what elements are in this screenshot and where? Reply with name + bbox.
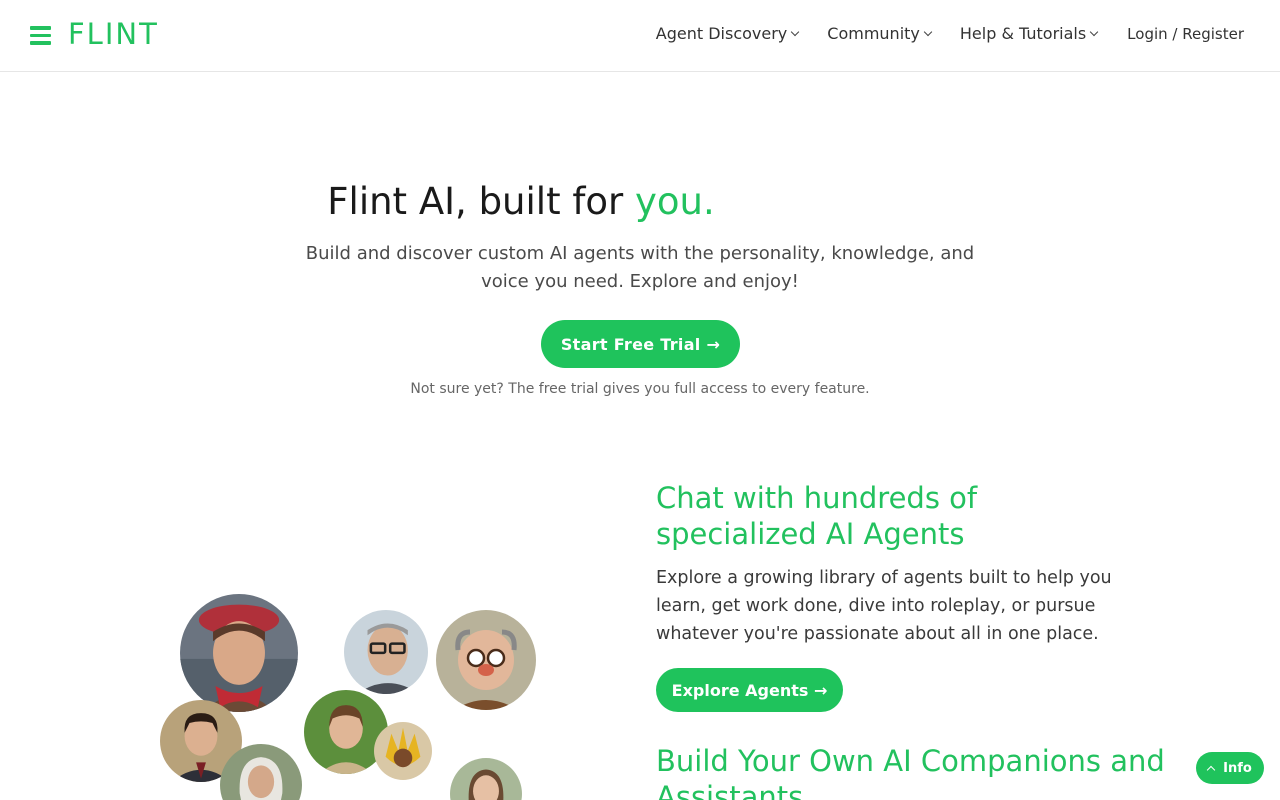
hero-title-main: Flint AI, built for [327,180,635,223]
nav-help-tutorials[interactable]: Help & Tutorials [959,24,1099,43]
start-free-trial-button[interactable]: Start Free Trial → [541,320,740,368]
chevron-down-icon [923,27,933,36]
info-button[interactable]: Info [1196,752,1264,784]
agent-avatar-glasses-man[interactable] [344,610,428,694]
hero-title-accent: you. [634,180,715,223]
agent-avatar-young-woman[interactable] [450,758,522,800]
logo[interactable]: FLINT [68,17,159,51]
nav-community[interactable]: Community [827,24,933,43]
nav-community-label: Community [827,24,920,43]
hero-title: Flint AI, built for you. [0,180,1042,223]
agent-avatar-red-beret[interactable] [180,594,298,712]
agent-avatar-cartoon-professor[interactable] [436,610,536,710]
feature-description: Explore a growing library of agents buil… [656,568,1112,644]
chevron-up-icon [1206,765,1216,774]
hero-subtitle: Build and discover custom AI agents with… [305,243,975,292]
login-register-link[interactable]: Login / Register [1127,25,1244,43]
chevron-down-icon [1089,27,1099,36]
hamburger-menu-icon[interactable] [30,26,51,45]
chevron-down-icon [791,27,800,36]
hero-note: Not sure yet? The free trial gives you f… [410,381,870,397]
top-nav: Agent Discovery Community Help & Tutoria… [627,24,1244,43]
agent-avatar-golden-creature[interactable] [374,722,432,780]
feature-title: Chat with hundreds of specialized AI Age… [656,481,978,551]
nav-agent-discovery-label: Agent Discovery [655,24,788,43]
explore-agents-button[interactable]: Explore Agents → [656,668,843,712]
nav-agent-discovery[interactable]: Agent Discovery [655,24,800,43]
build-companions-title: Build Your Own AI Companions and Assista… [656,744,1165,800]
info-button-label: Info [1223,760,1252,776]
nav-help-tutorials-label: Help & Tutorials [959,24,1087,43]
site-header: FLINT Agent Discovery Community Help & T… [0,0,1280,72]
